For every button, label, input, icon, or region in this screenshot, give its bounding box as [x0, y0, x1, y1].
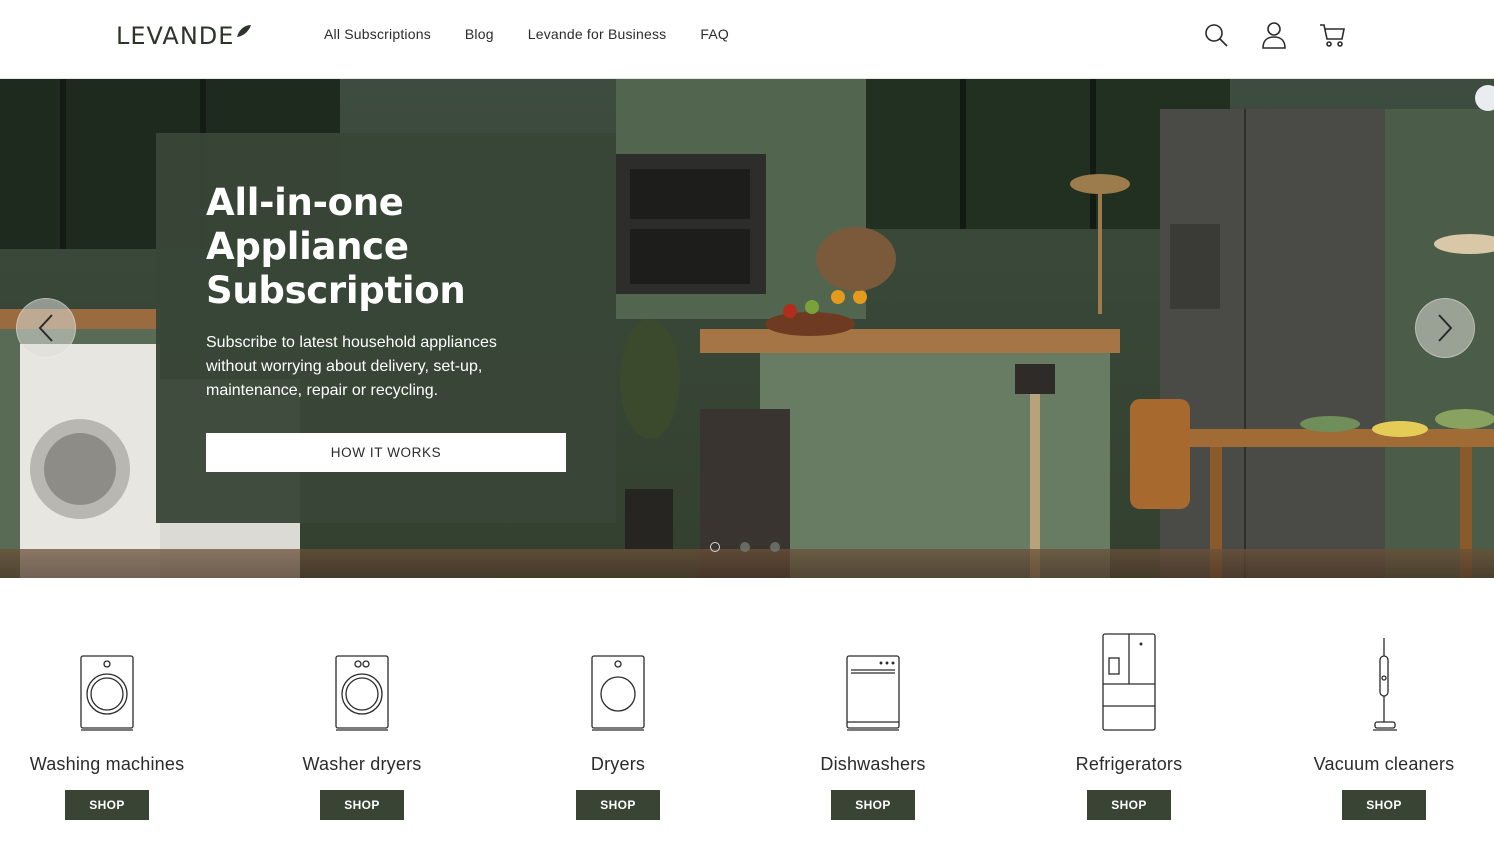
account-icon[interactable]: [1260, 20, 1288, 50]
shop-refrigerators-button[interactable]: SHOP: [1087, 790, 1171, 820]
category-label: Dishwashers: [820, 754, 926, 774]
chevron-left-icon: [38, 314, 53, 342]
hero-banner: All-in-one Appliance Subscription Subscr…: [0, 79, 1494, 578]
shop-washing-machines-button[interactable]: SHOP: [65, 790, 149, 820]
chevron-right-icon: [1438, 314, 1453, 342]
category-vacuum-cleaners: Vacuum cleaners SHOP: [1284, 578, 1484, 843]
hero-description: Subscribe to latest household appliances…: [206, 334, 497, 399]
refrigerator-icon[interactable]: [1101, 632, 1157, 732]
carousel-dot-1[interactable]: [710, 542, 720, 552]
category-refrigerators: Refrigerators SHOP: [1029, 578, 1229, 843]
category-dryers: Dryers SHOP: [518, 578, 718, 843]
washer-dryer-icon[interactable]: [334, 654, 390, 732]
how-it-works-button[interactable]: HOW IT WORKS: [206, 433, 566, 472]
shop-dryers-button[interactable]: SHOP: [576, 790, 660, 820]
category-washing-machines: Washing machines SHOP: [7, 578, 207, 843]
search-icon[interactable]: [1202, 20, 1230, 50]
washing-machine-icon[interactable]: [79, 654, 135, 732]
brand-logo[interactable]: LEVANDE: [116, 22, 252, 50]
screenshot-badge[interactable]: [1475, 85, 1494, 111]
vacuum-cleaner-icon[interactable]: [1369, 636, 1399, 732]
category-dishwashers: Dishwashers SHOP: [773, 578, 973, 843]
shop-dishwashers-button[interactable]: SHOP: [831, 790, 915, 820]
cart-icon[interactable]: [1318, 20, 1346, 50]
hero-panel: All-in-one Appliance Subscription Subscr…: [156, 133, 616, 523]
nav-faq[interactable]: FAQ: [700, 26, 729, 42]
logo-text: LEVANDE: [116, 22, 235, 50]
hero-title: All-in-one Appliance Subscription: [206, 181, 466, 312]
nav-levande-for-business[interactable]: Levande for Business: [528, 26, 667, 42]
header-actions: [1202, 20, 1346, 50]
category-label: Dryers: [590, 754, 646, 774]
carousel-dot-3[interactable]: [770, 542, 780, 552]
dryer-icon[interactable]: [590, 654, 646, 732]
site-header: LEVANDE All Subscriptions Blog Levande f…: [0, 0, 1494, 79]
category-washer-dryers: Washer dryers SHOP: [262, 578, 462, 843]
carousel-prev-button[interactable]: [16, 298, 76, 358]
nav-all-subscriptions[interactable]: All Subscriptions: [324, 26, 431, 42]
carousel-dots: [710, 542, 780, 552]
category-row: Washing machines SHOP Washer dryers SHOP…: [0, 578, 1494, 843]
shop-vacuum-cleaners-button[interactable]: SHOP: [1342, 790, 1426, 820]
nav-blog[interactable]: Blog: [465, 26, 494, 42]
carousel-dot-2[interactable]: [740, 542, 750, 552]
main-nav: All Subscriptions Blog Levande for Busin…: [324, 26, 729, 42]
category-label: Washer dryers: [302, 754, 422, 774]
category-label: Washing machines: [29, 754, 185, 774]
shop-washer-dryers-button[interactable]: SHOP: [320, 790, 404, 820]
dishwasher-icon[interactable]: [845, 654, 901, 732]
category-label: Refrigerators: [1075, 754, 1183, 774]
carousel-next-button[interactable]: [1415, 298, 1475, 358]
leaf-icon: [237, 25, 252, 37]
category-label: Vacuum cleaners: [1313, 754, 1455, 774]
